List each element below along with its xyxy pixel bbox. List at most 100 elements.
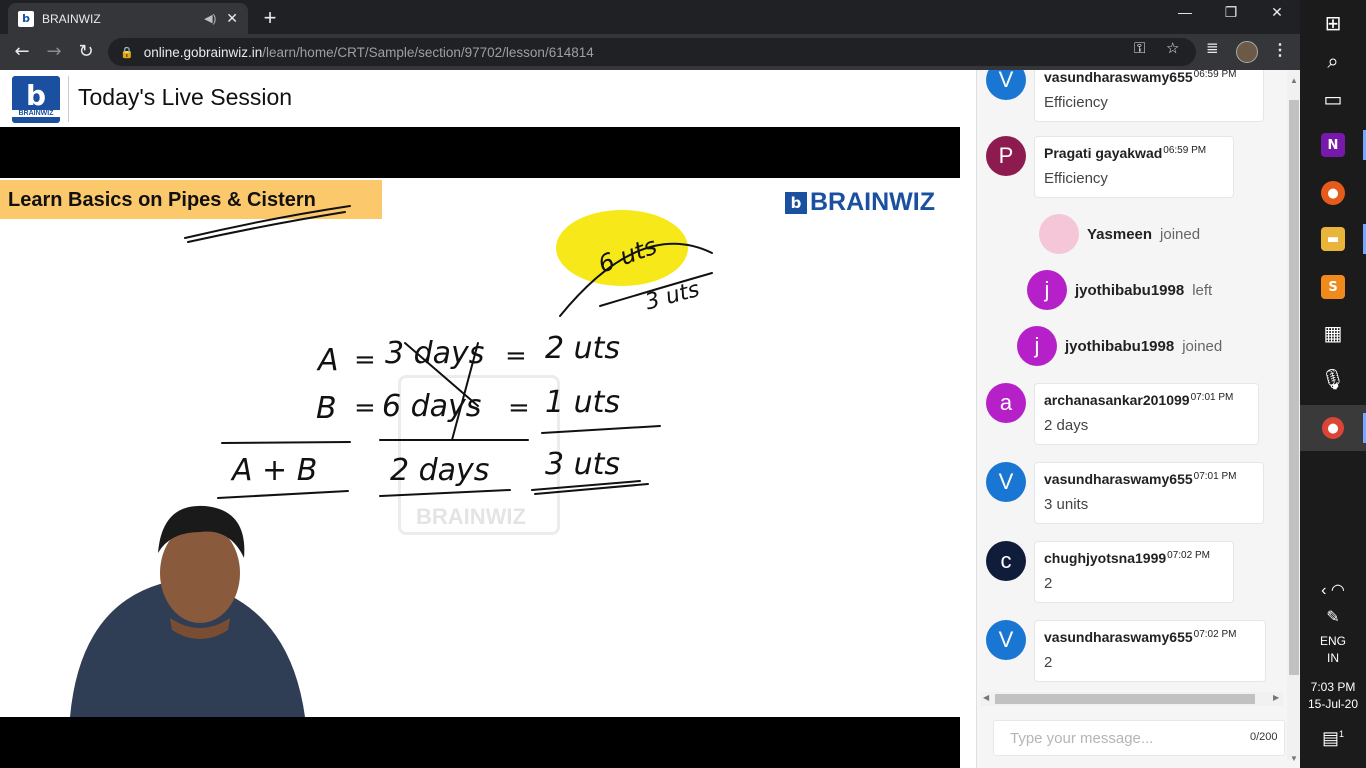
system-notice: j jyothibabu1998 joined [1017,326,1222,366]
header-divider [68,76,69,122]
new-tab-button[interactable]: + [258,5,282,31]
scroll-up-arrow-icon[interactable]: ▲ [1290,76,1298,85]
row3-label: A + B [230,453,317,488]
message-time: 06:59 PM [1163,145,1207,156]
message-sender: vasundharaswamy655 [1044,471,1193,487]
scrollbar-thumb[interactable] [1289,100,1299,675]
chat-message-input[interactable] [993,720,1285,756]
message-sender: Pragati gayakwad [1044,145,1163,161]
cloud-side-text: 3 uts [643,277,703,315]
browser-tab-bar: b BRAINWIZ ◀) ✕ + — ❐ ✕ [0,0,1300,34]
message-sender: vasundharaswamy655 [1044,70,1193,85]
action-center-icon[interactable]: ▤1 [1300,728,1366,749]
message-sender: vasundharaswamy655 [1044,629,1193,645]
key-icon[interactable]: ⚿ [1134,39,1145,57]
row3-units: 3 uts [545,447,620,482]
message-text: 3 units [1044,496,1089,513]
video-frame: Learn Basics on Pipes & Cistern b BRAINW… [0,178,960,717]
language-indicator[interactable]: ENG IN [1300,634,1366,665]
notice-action: joined [1182,337,1223,355]
url-path: /learn/home/CRT/Sample/section/97702/les… [262,44,594,60]
chat-vertical-scrollbar[interactable]: ▲ ▼ [1287,70,1301,763]
profile-avatar[interactable] [1236,41,1258,63]
message-sender: chughjyotsna1999 [1044,550,1167,566]
audio-playing-icon[interactable]: ◀) [204,12,216,25]
browser-tab[interactable]: b BRAINWIZ ◀) ✕ [8,3,248,34]
chrome-app-icon[interactable]: ● [1300,405,1366,451]
message-time: 07:02 PM [1167,550,1210,561]
chat-message-list[interactable]: V vasundharaswamy65506:59 PM Efficiency … [977,70,1287,690]
browser-toolbar: ← → ↻ 🔒 online.gobrainwiz.in/learn/home/… [0,34,1300,70]
presenter-webcam-overlay [70,505,305,717]
row1-eq: = [354,345,376,375]
message-text: Efficiency [1044,94,1108,111]
row2-eq2: = [508,393,530,423]
chat-message: Pragati gayakwad06:59 PM Efficiency [1034,136,1234,198]
url-domain: online.gobrainwiz.in [143,44,263,60]
pen-stroke [221,441,351,444]
forward-icon[interactable]: → [42,41,66,62]
row2-eq: = [354,393,376,423]
notice-user: jyothibabu1998 [1075,281,1185,299]
message-text: 2 [1044,654,1053,671]
avatar: P [986,136,1026,176]
task-view-icon[interactable]: ▭ [1300,76,1366,122]
chat-message: chughjyotsna199907:02 PM 2 [1034,541,1234,603]
message-text: 2 days [1044,417,1089,434]
minimize-window-icon[interactable]: — [1162,4,1208,20]
calculator-app-icon[interactable]: ▦ [1300,310,1366,356]
message-time: 06:59 PM [1193,70,1237,80]
address-bar[interactable]: 🔒 online.gobrainwiz.in/learn/home/CRT/Sa… [108,38,1196,66]
site-header: b BRAINWIZ Today's Live Session [0,70,960,127]
clock[interactable]: 7:03 PM 15-Jul-20 [1300,680,1366,711]
character-counter: 0/200 [1250,731,1278,743]
chat-panel: V vasundharaswamy65506:59 PM Efficiency … [976,70,1301,768]
underline-stroke [187,211,346,243]
browser-menu-icon[interactable]: ⋮ [1272,40,1288,60]
sublime-text-app-icon[interactable]: S [1300,264,1366,310]
message-text: Efficiency [1044,170,1108,187]
scroll-right-arrow-icon[interactable]: ▶ [1273,693,1279,702]
message-text: 2 [1044,575,1053,592]
chat-horizontal-scrollbar[interactable]: ◀ ▶ [981,692,1283,706]
avatar: a [986,383,1026,423]
close-tab-icon[interactable]: ✕ [226,10,238,27]
live-video-player[interactable]: Learn Basics on Pipes & Cistern b BRAINW… [0,127,960,768]
row1-eq2: = [505,341,527,371]
row2-days: 6 days [382,389,481,424]
row1-label: A [316,343,339,378]
scrollbar-thumb[interactable] [995,694,1255,704]
avatar: c [986,541,1026,581]
reload-icon[interactable]: ↻ [74,41,98,62]
row2-units: 1 uts [545,385,620,420]
region-code: IN [1327,651,1339,665]
system-notice: Yasmeen joined [1039,214,1200,254]
restore-window-icon[interactable]: ❐ [1208,4,1254,21]
lock-icon[interactable]: 🔒 [120,46,134,59]
tray-chevron-icon[interactable]: ‹ ◠ [1300,580,1366,600]
underline-stroke [184,205,351,239]
brainwiz-logo[interactable]: b BRAINWIZ [12,76,60,123]
avatar: V [986,620,1026,660]
bookmark-star-icon[interactable]: ☆ [1166,39,1179,57]
file-explorer-icon[interactable]: ▬ [1300,216,1366,262]
firefox-app-icon[interactable]: ● [1300,170,1366,216]
media-control-icon[interactable]: ≣ [1206,39,1219,57]
tab-title: BRAINWIZ [42,11,101,26]
logo-text: BRAINWIZ [12,110,60,117]
message-sender: archanasankar201099 [1044,392,1190,408]
logo-letter: b [25,79,47,112]
clock-time: 7:03 PM [1310,680,1356,694]
chat-message: archanasankar20109907:01 PM 2 days [1034,383,1259,445]
onenote-app-icon[interactable]: N [1300,122,1366,168]
scroll-left-arrow-icon[interactable]: ◀ [983,693,989,702]
row1-units: 2 uts [545,331,620,366]
row1-days: 3 days [385,336,484,371]
back-icon[interactable]: ← [10,41,34,62]
pen-workspace-icon[interactable]: ✎ [1300,607,1366,627]
chat-message: vasundharaswamy65507:01 PM 3 units [1034,462,1264,524]
scroll-down-arrow-icon[interactable]: ▼ [1290,754,1298,763]
close-window-icon[interactable]: ✕ [1254,4,1300,21]
notice-user: Yasmeen [1087,225,1153,243]
recorder-app-icon[interactable]: 🎙 [1300,356,1366,402]
